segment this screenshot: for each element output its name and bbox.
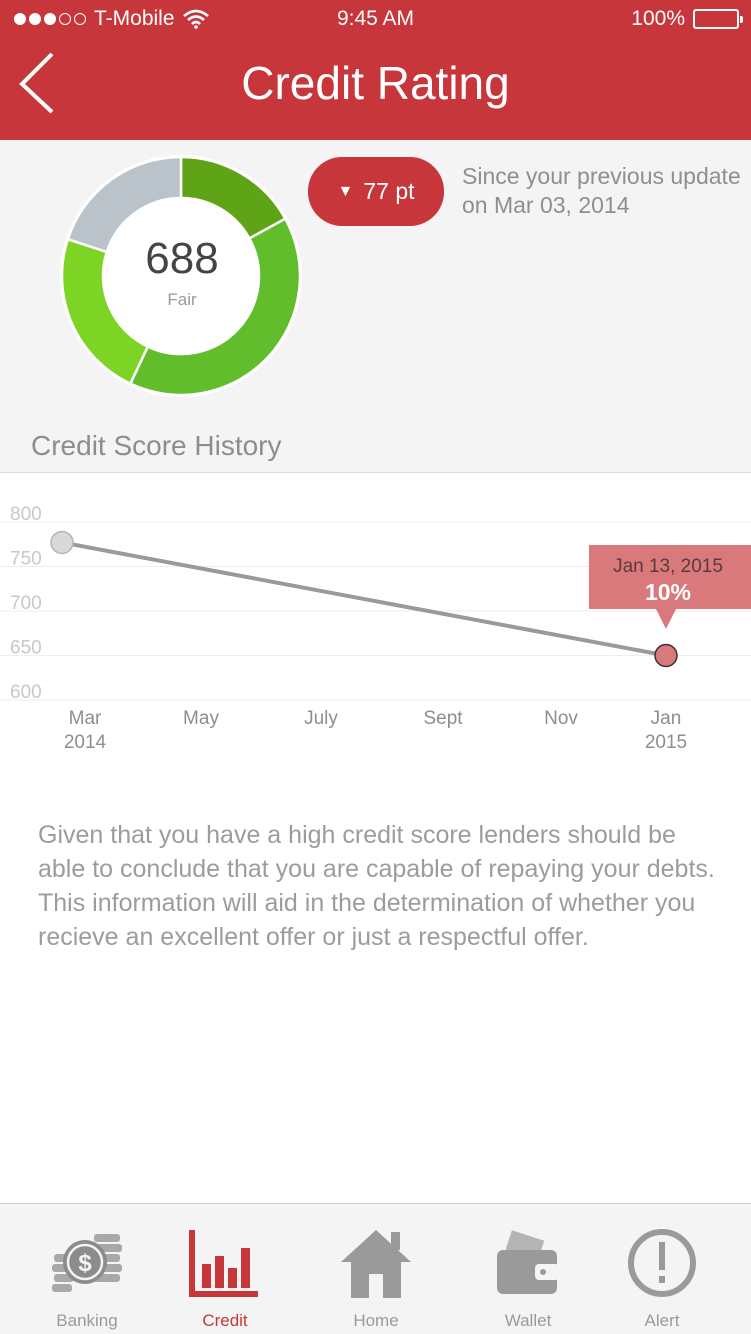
x-tick-label: Jan [651, 708, 682, 729]
series-line [61, 540, 667, 658]
x-tick-label: Nov [544, 708, 578, 729]
tab-banking[interactable]: $ Banking [32, 1226, 142, 1331]
home-icon [341, 1230, 411, 1298]
score-change-value: 77 pt [363, 178, 415, 204]
battery-icon [693, 9, 743, 29]
battery-percent: 100% [631, 7, 685, 30]
x-tick-year: 2014 [64, 732, 107, 753]
x-tick-year: 2015 [645, 732, 687, 753]
tab-alert[interactable]: Alert [607, 1226, 717, 1331]
x-tick-label: July [304, 708, 338, 729]
bottom-tab-bar: $ Banking Credit Home Wallet Alert [0, 1203, 751, 1334]
tooltip-pointer [656, 609, 676, 629]
tab-label: Wallet [504, 1311, 552, 1330]
score-summary-panel: 688 Fair ▼ 77 pt Since your previous upd… [0, 140, 751, 473]
alert-icon [628, 1229, 696, 1297]
x-tick-label: Mar [69, 708, 102, 729]
status-right: 100% [631, 7, 743, 31]
credit-score-history-chart: 800 750 700 650 600 Mar 2014 May July Sept Nov Jan 2… [0, 504, 751, 753]
data-point-start[interactable] [50, 530, 74, 555]
chart-tooltip: Jan 13, 201510% [589, 545, 751, 629]
tab-credit[interactable]: Credit [170, 1226, 280, 1331]
tab-wallet[interactable]: Wallet [473, 1226, 583, 1331]
tab-label: Banking [56, 1311, 118, 1330]
bar-chart-icon [189, 1230, 258, 1297]
header-bar: T-Mobile 9:45 AM 100% Credit Rating [0, 0, 751, 140]
y-tick-label: 600 [10, 682, 42, 703]
tab-label: Alert [644, 1311, 680, 1330]
x-tick-label: Sept [423, 708, 463, 729]
page-title: Credit Rating [241, 57, 510, 109]
credit-score-value: 688 [145, 234, 219, 283]
y-tick-label: 750 [10, 549, 42, 570]
down-triangle-icon: ▼ [337, 182, 354, 200]
since-previous-text: Since your previous update on Mar 03, 20… [462, 163, 741, 218]
svg-text:$: $ [78, 1250, 92, 1277]
tab-home[interactable]: Home [321, 1226, 431, 1331]
tab-label: Home [353, 1311, 399, 1330]
y-tick-label: 650 [10, 638, 42, 659]
tooltip-value: 10% [645, 579, 691, 605]
history-section-title: Credit Score History [31, 430, 282, 461]
y-tick-label: 700 [10, 593, 42, 614]
x-tick-label: May [183, 708, 219, 729]
tooltip-date: Jan 13, 2015 [613, 556, 723, 577]
tab-label: Credit [202, 1311, 248, 1330]
status-bar: T-Mobile 9:45 AM 100% [0, 0, 751, 38]
y-tick-label: 800 [10, 504, 42, 525]
credit-score-rating: Fair [167, 290, 197, 309]
coins-icon: $ [52, 1234, 122, 1292]
score-change-badge: ▼ 77 pt [308, 157, 444, 226]
data-point-end[interactable] [654, 643, 678, 668]
credit-description-text: Given that you have a high credit score … [38, 821, 715, 951]
wallet-icon [497, 1227, 559, 1294]
